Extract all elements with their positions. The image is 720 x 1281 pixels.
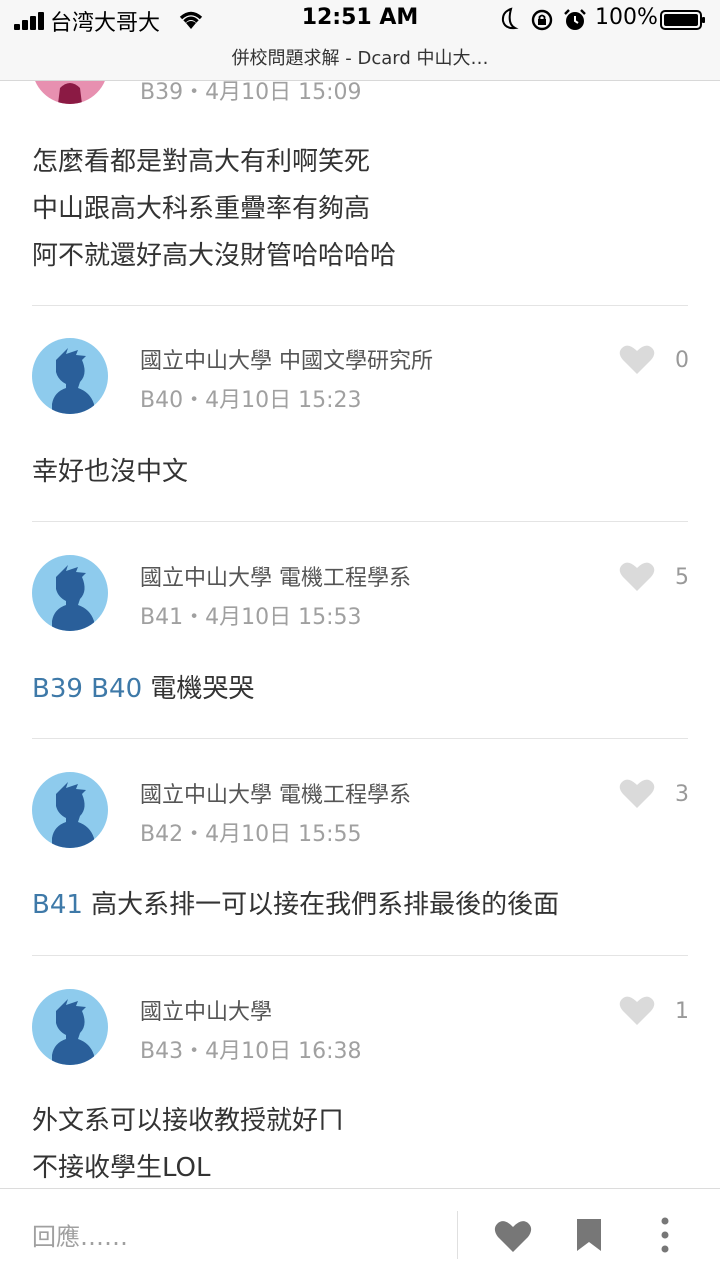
avatar[interactable] xyxy=(32,555,108,631)
post-author: 國立中山大學 中國文學研究所 xyxy=(140,349,433,374)
post-meta: B43・4月10日 16:38 xyxy=(140,1039,362,1064)
post-body-line: B39 B40 電機哭哭 xyxy=(32,668,254,705)
reply-input[interactable] xyxy=(32,1217,442,1257)
user-silhouette-icon xyxy=(52,565,94,631)
bookmark-icon[interactable] xyxy=(575,1217,603,1253)
floor-mention-link[interactable]: B39 B40 xyxy=(32,674,142,704)
carrier-name: 台湾大哥大 xyxy=(50,11,161,36)
battery-percentage: 100% xyxy=(595,5,658,30)
top-bar: 台湾大哥大 12:51 AM 100% 併校問題求解 - Dcard 中山大… xyxy=(0,0,720,81)
do-not-disturb-icon xyxy=(501,7,519,30)
post-body-line: 幸好也沒中文 xyxy=(32,457,189,487)
heart-icon[interactable] xyxy=(494,1219,532,1253)
user-silhouette-icon xyxy=(52,782,94,848)
floor-mention-link[interactable]: B41 xyxy=(32,890,83,920)
like-count: 1 xyxy=(675,999,689,1024)
divider xyxy=(32,738,688,739)
post-body-line: 外文系可以接收教授就好ㄇ xyxy=(32,1106,345,1136)
post-meta: B40・4月10日 15:23 xyxy=(140,388,362,413)
divider xyxy=(457,1211,458,1259)
post-author: 國立中山大學 xyxy=(140,1000,273,1025)
post-body-line: 不接收學生LOL xyxy=(32,1153,211,1183)
like-count: 5 xyxy=(675,565,689,590)
avatar[interactable] xyxy=(32,772,108,848)
divider xyxy=(32,521,688,522)
post-author: 國立中山大學 電機工程學系 xyxy=(140,566,411,591)
like-count: 0 xyxy=(675,348,689,373)
more-icon[interactable] xyxy=(655,1215,675,1255)
divider xyxy=(32,955,688,956)
like-count: 3 xyxy=(675,782,689,807)
heart-icon[interactable] xyxy=(619,560,655,592)
divider xyxy=(32,305,688,306)
avatar[interactable] xyxy=(32,338,108,414)
heart-icon[interactable] xyxy=(619,343,655,375)
cellular-signal-icon xyxy=(14,10,48,30)
post-body-line: B41 高大系排一可以接在我們系排最後的後面 xyxy=(32,884,559,921)
page-title-bar[interactable]: 併校問題求解 - Dcard 中山大… xyxy=(0,44,720,70)
post-meta: B42・4月10日 15:55 xyxy=(140,822,362,847)
post-body-line: 阿不就還好高大沒財管哈哈哈哈 xyxy=(32,241,397,271)
user-silhouette-icon xyxy=(52,348,94,414)
comment-list: B39・4月10日 15:09 怎麼看都是對高大有利啊笑死 中山跟高大科系重疊率… xyxy=(0,0,720,1188)
orientation-lock-icon xyxy=(531,9,553,31)
battery-icon xyxy=(660,10,705,30)
heart-icon[interactable] xyxy=(619,777,655,809)
post-body-text: 電機哭哭 xyxy=(142,674,255,704)
post-body-line: 中山跟高大科系重疊率有夠高 xyxy=(32,194,371,224)
bottom-action-bar xyxy=(0,1188,720,1281)
post-author: 國立中山大學 電機工程學系 xyxy=(140,783,411,808)
user-silhouette-icon xyxy=(52,999,94,1065)
post-body-text: 高大系排一可以接在我們系排最後的後面 xyxy=(82,890,560,920)
status-bar: 台湾大哥大 12:51 AM 100% xyxy=(0,0,720,40)
avatar[interactable] xyxy=(32,989,108,1065)
post-body-line: 怎麼看都是對高大有利啊笑死 xyxy=(32,147,371,177)
heart-icon[interactable] xyxy=(619,994,655,1026)
post-meta: B41・4月10日 15:53 xyxy=(140,605,362,630)
wifi-icon xyxy=(179,11,203,29)
alarm-icon xyxy=(564,9,586,30)
